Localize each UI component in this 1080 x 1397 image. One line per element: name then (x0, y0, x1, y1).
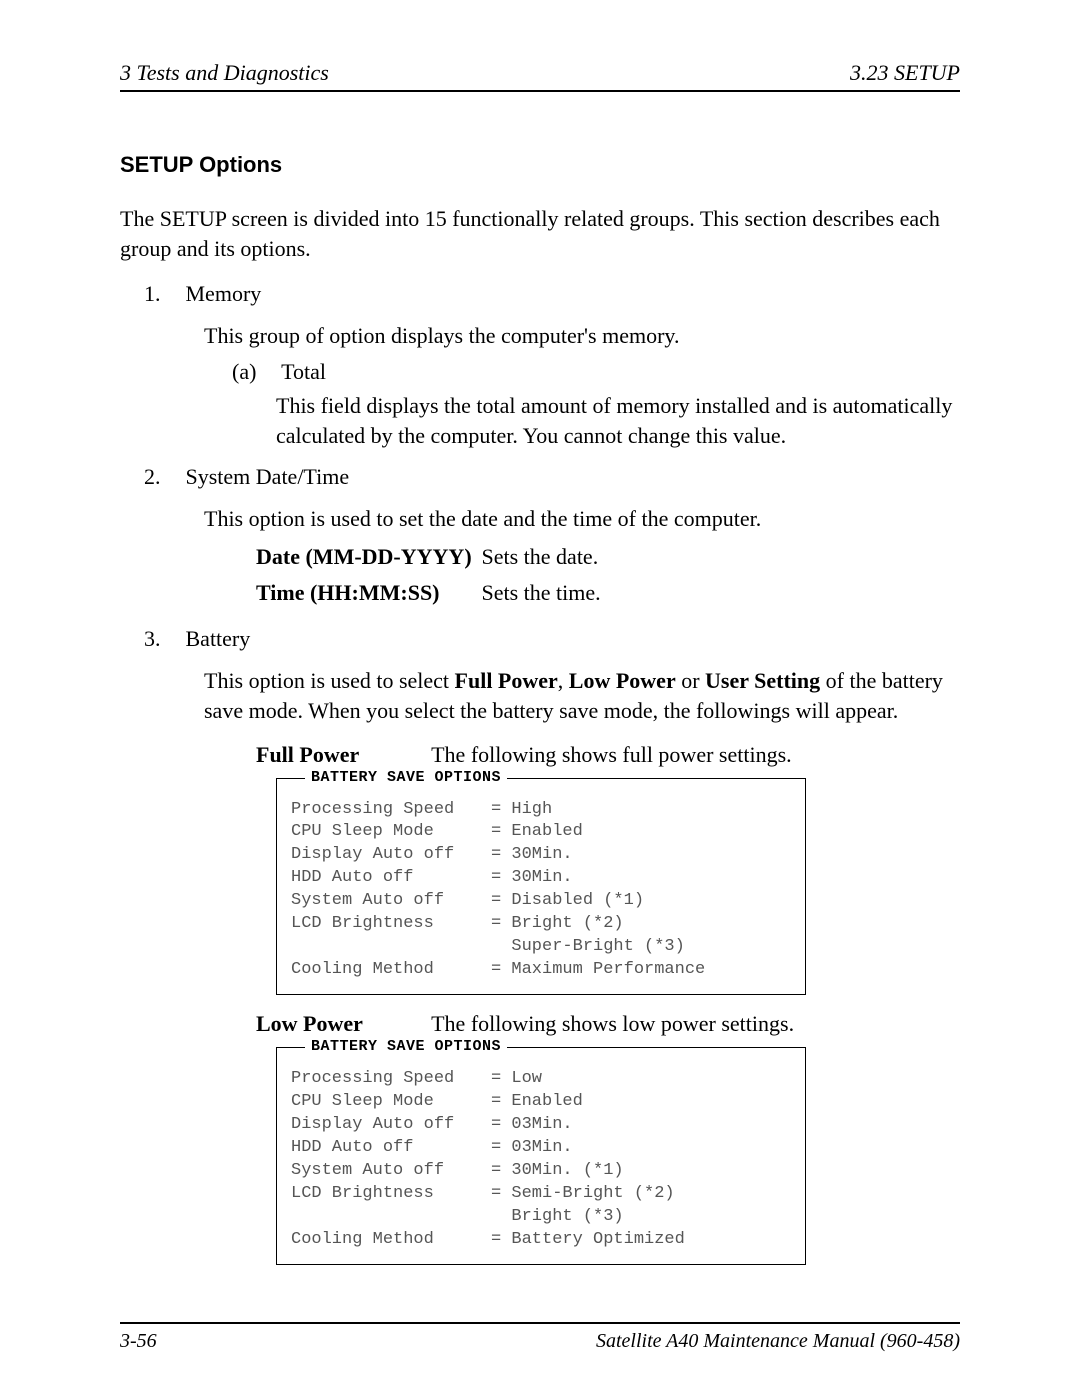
opt-value: = High (491, 799, 552, 822)
opt-row: CPU Sleep Mode= Enabled (291, 821, 791, 844)
opt-value: = Low (491, 1068, 542, 1091)
opt-label: Display Auto off (291, 1114, 491, 1137)
time-row: Time (HH:MM:SS) Sets the time. (256, 580, 960, 606)
opt-row: System Auto off= Disabled (*1) (291, 890, 791, 913)
opt-value: = Semi-Bright (*2) (491, 1183, 675, 1206)
opt-label: HDD Auto off (291, 867, 491, 890)
opt-value: = Enabled (491, 1091, 583, 1114)
time-def: Sets the time. (482, 580, 601, 605)
opt-value: Super-Bright (*3) (491, 936, 685, 959)
header-left: 3 Tests and Diagnostics (120, 60, 329, 86)
sep: or (676, 668, 705, 693)
opt-row: Cooling Method= Maximum Performance (291, 959, 791, 982)
date-def: Sets the date. (482, 544, 599, 569)
item-number: 1. (144, 281, 180, 307)
list: 1. Memory This group of option displays … (144, 281, 960, 1264)
item-number: 2. (144, 464, 180, 490)
opt-value: = Bright (*2) (491, 913, 624, 936)
sub-a-label: (a) (232, 359, 276, 385)
opt-row: Display Auto off= 30Min. (291, 844, 791, 867)
battery-desc: This option is used to select Full Power… (204, 666, 960, 725)
opt-row: Cooling Method= Battery Optimized (291, 1229, 791, 1252)
memory-desc: This group of option displays the comput… (204, 321, 960, 351)
footer-left: 3-56 (120, 1330, 157, 1353)
opt-label: System Auto off (291, 890, 491, 913)
opt-row: HDD Auto off= 30Min. (291, 867, 791, 890)
opt-value: = Maximum Performance (491, 959, 705, 982)
opt-label: CPU Sleep Mode (291, 1091, 491, 1114)
datetime-desc: This option is used to set the date and … (204, 504, 960, 534)
opt-row: System Auto off= 30Min. (*1) (291, 1160, 791, 1183)
box-title: BATTERY SAVE OPTIONS (305, 768, 507, 788)
battery-desc-pre: This option is used to select (204, 668, 455, 693)
bold-low-power: Low Power (569, 668, 676, 693)
low-power-term: Low Power (256, 1011, 426, 1037)
date-row: Date (MM-DD-YYYY) Sets the date. (256, 544, 960, 570)
opt-label: Cooling Method (291, 1229, 491, 1252)
box-title: BATTERY SAVE OPTIONS (305, 1037, 507, 1057)
opt-value: = Battery Optimized (491, 1229, 685, 1252)
bold-user-setting: User Setting (705, 668, 820, 693)
opt-label: Display Auto off (291, 844, 491, 867)
opt-value: = 30Min. (491, 867, 573, 890)
footer-right: Satellite A40 Maintenance Manual (960-45… (596, 1330, 960, 1353)
opt-label: LCD Brightness (291, 1183, 491, 1206)
opt-label: Processing Speed (291, 799, 491, 822)
sep: , (558, 668, 569, 693)
opt-value: = 30Min. (*1) (491, 1160, 624, 1183)
opt-label (291, 936, 491, 959)
opt-label: HDD Auto off (291, 1137, 491, 1160)
opt-value: = Enabled (491, 821, 583, 844)
date-term: Date (MM-DD-YYYY) (256, 544, 476, 570)
opt-value: = Disabled (*1) (491, 890, 644, 913)
full-power-box: BATTERY SAVE OPTIONS Processing Speed= H… (276, 778, 806, 996)
opt-row: LCD Brightness= Semi-Bright (*2) (291, 1183, 791, 1206)
sub-a-title: Total (281, 359, 326, 384)
item-title: System Date/Time (186, 464, 350, 489)
opt-label: LCD Brightness (291, 913, 491, 936)
section-title: SETUP Options (120, 152, 960, 178)
low-power-row: Low Power The following shows low power … (256, 1011, 960, 1037)
opt-label: Processing Speed (291, 1068, 491, 1091)
opt-row: HDD Auto off= 03Min. (291, 1137, 791, 1160)
low-power-desc: The following shows low power settings. (431, 1011, 794, 1036)
item-datetime: 2. System Date/Time (144, 464, 960, 490)
full-power-term: Full Power (256, 742, 426, 768)
bold-full-power: Full Power (455, 668, 558, 693)
item-title: Memory (186, 281, 262, 306)
opt-value: Bright (*3) (491, 1206, 624, 1229)
time-term: Time (HH:MM:SS) (256, 580, 476, 606)
opt-label: System Auto off (291, 1160, 491, 1183)
low-power-box: BATTERY SAVE OPTIONS Processing Speed= L… (276, 1047, 806, 1265)
item-title: Battery (186, 626, 251, 651)
sub-a-body: This field displays the total amount of … (276, 391, 960, 450)
opt-row: Processing Speed= Low (291, 1068, 791, 1091)
item-number: 3. (144, 626, 180, 652)
opt-value: = 03Min. (491, 1137, 573, 1160)
opt-value: = 30Min. (491, 844, 573, 867)
item-memory: 1. Memory (144, 281, 960, 307)
opt-row: Display Auto off= 03Min. (291, 1114, 791, 1137)
item-battery: 3. Battery (144, 626, 960, 652)
page: 3 Tests and Diagnostics 3.23 SETUP SETUP… (0, 0, 1080, 1397)
opt-row: LCD Brightness= Bright (*2) (291, 913, 791, 936)
opt-value: = 03Min. (491, 1114, 573, 1137)
opt-label: Cooling Method (291, 959, 491, 982)
opt-label (291, 1206, 491, 1229)
opt-label: CPU Sleep Mode (291, 821, 491, 844)
opt-row: Processing Speed= High (291, 799, 791, 822)
sub-a-total: (a) Total (232, 359, 960, 385)
opt-row: Bright (*3) (291, 1206, 791, 1229)
full-power-desc: The following shows full power settings. (431, 742, 792, 767)
page-footer: 3-56 Satellite A40 Maintenance Manual (9… (120, 1322, 960, 1353)
header-right: 3.23 SETUP (850, 60, 960, 86)
opt-row: CPU Sleep Mode= Enabled (291, 1091, 791, 1114)
full-power-row: Full Power The following shows full powe… (256, 742, 960, 768)
opt-row: Super-Bright (*3) (291, 936, 791, 959)
intro-text: The SETUP screen is divided into 15 func… (120, 204, 960, 263)
page-header: 3 Tests and Diagnostics 3.23 SETUP (120, 60, 960, 92)
